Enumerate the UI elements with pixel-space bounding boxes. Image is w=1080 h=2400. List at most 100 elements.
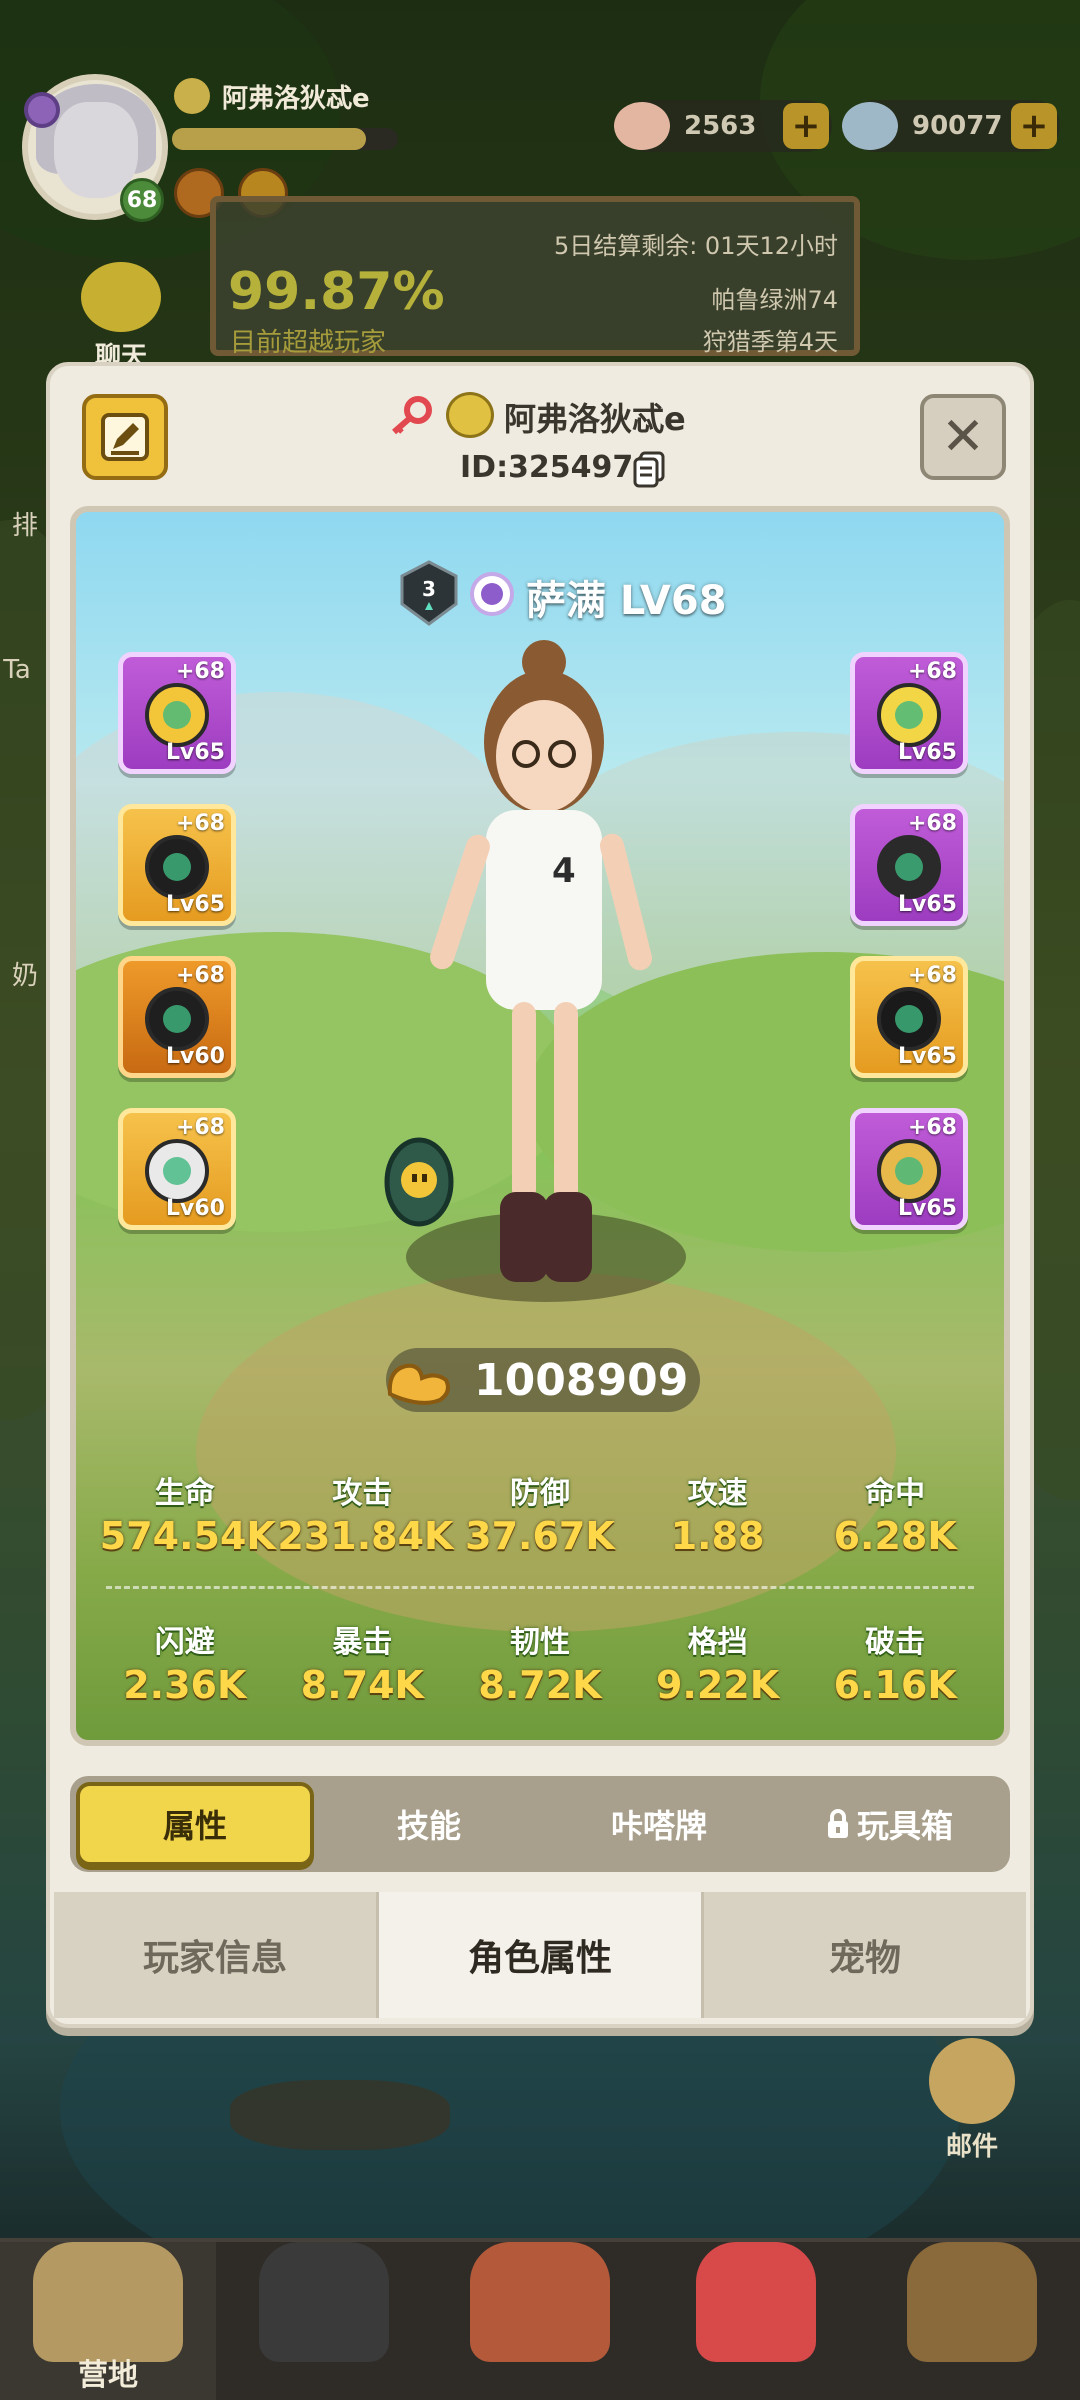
stat-item: 攻速 1.88 <box>633 1468 803 1558</box>
stat-value: 8.72K <box>478 1663 602 1707</box>
enhance-level: +68 <box>907 811 957 836</box>
level-badge: 68 <box>120 178 164 222</box>
stat-label: 命中 <box>865 1476 926 1511</box>
close-button[interactable]: ✕ <box>920 394 1006 480</box>
stat-value: 6.28K <box>833 1514 957 1558</box>
chat-icon <box>81 262 161 332</box>
mail-button[interactable]: 邮件 <box>912 2038 1032 2163</box>
side-label: 排 <box>11 511 38 541</box>
equipment-slot-left-4[interactable]: +68 Lv60 <box>118 1108 236 1230</box>
stat-value: 6.16K <box>833 1663 957 1707</box>
stat-value: 574.54K <box>99 1514 276 1558</box>
emoji-icon <box>446 392 494 438</box>
equipment-slot-right-1[interactable]: +68 Lv65 <box>850 652 968 774</box>
stat-value: 231.84K <box>277 1514 454 1558</box>
equipment-slot-left-3[interactable]: +68 Lv60 <box>118 956 236 1078</box>
edit-button[interactable] <box>82 394 168 480</box>
item-level: Lv65 <box>166 892 225 917</box>
stat-value: 37.67K <box>465 1514 615 1558</box>
item-level: Lv60 <box>166 1196 225 1221</box>
currency-shells: 2563 + <box>614 100 832 152</box>
stat-label: 生命 <box>154 1476 215 1511</box>
tab-pets[interactable]: 宠物 <box>704 1892 1026 2018</box>
enhance-level: +68 <box>175 659 225 684</box>
tab-character-attributes[interactable]: 角色属性 <box>379 1892 704 2018</box>
combat-power-value: 1008909 <box>474 1354 689 1406</box>
nav-camp-label: 营地 <box>78 2358 138 2393</box>
side-label: 奶 <box>11 961 38 991</box>
copy-icon[interactable] <box>632 450 666 488</box>
season-countdown: 5日结算剩余: 01天12小时 <box>553 232 838 260</box>
camp-icon <box>33 2242 183 2362</box>
add-gems-button[interactable]: + <box>1011 103 1057 149</box>
player-name: 阿弗洛狄忒e <box>504 400 686 438</box>
stat-label: 防御 <box>509 1476 570 1511</box>
enhance-level: +68 <box>907 659 957 684</box>
dino-icon <box>696 2242 816 2362</box>
tab-player-info[interactable]: 玩家信息 <box>54 1892 379 2018</box>
nav-item-4[interactable] <box>648 2242 864 2400</box>
mail-label: 邮件 <box>945 2132 998 2162</box>
equipment-slot-right-4[interactable]: +68 Lv65 <box>850 1108 968 1230</box>
mask-icon <box>907 2242 1037 2362</box>
season-day: 狩猎季第4天 <box>702 328 838 356</box>
stat-item: 暴击 8.74K <box>277 1617 447 1707</box>
top-hud: 68 阿弗洛狄忒e 2563 + 90077 + 5日结算剩余: 01天12小时… <box>0 0 1080 372</box>
currency-gems: 90077 + <box>842 100 1060 152</box>
rank-shield-icon: 3 <box>400 560 458 626</box>
stat-item: 命中 6.28K <box>810 1468 980 1558</box>
stat-label: 格挡 <box>687 1625 748 1660</box>
hud-player-name: 阿弗洛狄忒e <box>222 84 370 114</box>
mail-icon <box>929 2038 1015 2124</box>
item-level: Lv65 <box>898 892 957 917</box>
stat-item: 破击 6.16K <box>810 1617 980 1707</box>
enhance-level: +68 <box>175 963 225 988</box>
currency-gems-value: 90077 <box>912 111 1003 141</box>
stat-item: 格挡 9.22K <box>633 1617 803 1707</box>
lock-icon <box>827 1809 848 1838</box>
totem-icon <box>470 2242 610 2362</box>
enhance-level: +68 <box>907 1115 957 1140</box>
equipment-slot-left-2[interactable]: +68 Lv65 <box>118 804 236 926</box>
bottom-nav: 营地 <box>0 2238 1080 2400</box>
chat-button[interactable]: 聊天 <box>62 262 180 373</box>
season-percent: 99.87% <box>228 262 445 322</box>
class-name: 萨满 LV68 <box>526 578 727 624</box>
add-shells-button[interactable]: + <box>783 103 829 149</box>
stat-label: 攻击 <box>332 1476 393 1511</box>
nav-item-2[interactable] <box>216 2242 432 2400</box>
tab-attributes[interactable]: 属性 <box>76 1782 314 1866</box>
shell-icon <box>614 102 670 150</box>
stat-label: 韧性 <box>509 1625 570 1660</box>
equipment-slot-left-1[interactable]: +68 Lv65 <box>118 652 236 774</box>
character-stage: 3 萨满 LV68 4 +68 Lv65 +68 Lv65 +68 Lv60 +… <box>70 506 1010 1746</box>
season-board[interactable]: 5日结算剩余: 01天12小时 帕鲁绿洲74 狩猎季第4天 99.87% 目前超… <box>210 196 860 358</box>
item-level: Lv65 <box>898 1044 957 1069</box>
equipment-slot-right-3[interactable]: +68 Lv65 <box>850 956 968 1078</box>
enhance-level: +68 <box>175 1115 225 1140</box>
tab-toybox[interactable]: 玩具箱 <box>774 1782 1004 1866</box>
nav-item-5[interactable] <box>864 2242 1080 2400</box>
enhance-level: +68 <box>175 811 225 836</box>
stat-label: 攻速 <box>687 1476 748 1511</box>
combat-power: 1008909 <box>386 1348 700 1412</box>
nav-item-3[interactable] <box>432 2242 648 2400</box>
tab-skills[interactable]: 技能 <box>314 1782 544 1866</box>
nav-camp[interactable]: 营地 <box>0 2242 216 2400</box>
gem-icon <box>842 102 898 150</box>
item-level: Lv60 <box>166 1044 225 1069</box>
stats-panel: 生命 574.54K 攻击 231.84K 防御 37.67K 攻速 1.88 命中 6.28K … <box>76 1468 1004 1707</box>
attribute-tabs: 属性 技能 咔嗒牌 玩具箱 <box>70 1776 1010 1872</box>
class-dot-icon <box>24 92 60 128</box>
profile-tabs: 玩家信息 角色属性 宠物 <box>54 1892 1026 2018</box>
season-percent-caption: 目前超越玩家 <box>230 328 387 358</box>
player-id: ID:3254976 <box>460 450 655 485</box>
tab-toybox-label: 玩具箱 <box>856 1807 953 1845</box>
edit-icon <box>101 413 149 461</box>
class-row: 3 萨满 LV68 <box>76 560 1004 630</box>
stat-item: 韧性 8.72K <box>455 1617 625 1707</box>
tab-cards[interactable]: 咔嗒牌 <box>544 1782 774 1866</box>
character-icon <box>259 2242 389 2362</box>
equipment-slot-right-2[interactable]: +68 Lv65 <box>850 804 968 926</box>
rank-number: 3 <box>422 577 436 601</box>
